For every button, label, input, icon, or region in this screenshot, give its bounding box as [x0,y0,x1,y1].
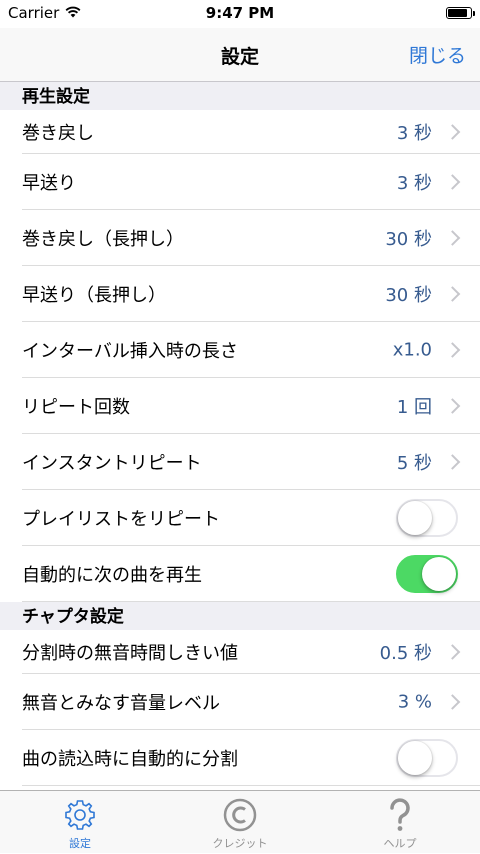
setting-value: 0.5 秒 [379,643,432,664]
toggle-knob [398,741,432,775]
setting-label: 巻き戻し [22,123,94,144]
setting-value: x1.0 [392,339,432,361]
setting-label: 無音とみなす音量レベル [22,693,220,714]
setting-row-instant-repeat[interactable]: インスタントリピート 5 秒 [0,434,480,490]
setting-value: 5 秒 [396,453,432,474]
setting-label: インターバル挿入時の長さ [22,341,238,362]
setting-value: 3 % [397,691,432,713]
chevron-right-icon [444,124,461,140]
setting-row-auto-split: 曲の読込時に自動的に分割 [0,730,480,786]
chevron-right-icon [444,398,461,414]
setting-row-rewind-long-press[interactable]: 巻き戻し（長押し） 30 秒 [0,210,480,266]
setting-value: 3 秒 [396,173,432,194]
status-bar: Carrier 9:47 PM [0,0,480,28]
question-icon [320,797,480,833]
tab-label: ヘルプ [383,837,417,850]
setting-value: 1 回 [396,397,432,418]
setting-label: 自動的に次の曲を再生 [22,565,202,586]
tab-settings[interactable]: 設定 [0,791,160,854]
tab-credits[interactable]: クレジット [160,791,320,854]
repeat-playlist-toggle[interactable] [396,499,458,537]
setting-label: インスタントリピート [22,453,202,474]
setting-row-auto-next: 自動的に次の曲を再生 [0,546,480,602]
status-time: 9:47 PM [205,4,275,22]
toggle-knob [398,501,432,535]
setting-label: 分割時の無音時間しきい値 [22,643,238,664]
setting-row-rewind[interactable]: 巻き戻し 3 秒 [0,110,480,154]
setting-value: 30 秒 [385,285,432,306]
settings-list[interactable]: 再生設定 巻き戻し 3 秒 早送り 3 秒 巻き戻し（長押し） 30 秒 早送り… [0,82,480,790]
setting-label: 巻き戻し（長押し） [22,229,184,250]
toggle-knob [422,557,456,591]
copyright-icon [160,797,320,833]
setting-label: 早送り（長押し） [22,285,166,306]
chevron-right-icon [444,694,461,710]
chevron-right-icon [444,174,461,190]
chevron-right-icon [444,342,461,358]
setting-row-fast-forward-long-press[interactable]: 早送り（長押し） 30 秒 [0,266,480,322]
chevron-right-icon [444,644,461,660]
setting-row-fast-forward[interactable]: 早送り 3 秒 [0,154,480,210]
tab-help[interactable]: ヘルプ [320,791,480,854]
chevron-right-icon [444,230,461,246]
chevron-right-icon [444,286,461,302]
setting-row-silence-threshold[interactable]: 分割時の無音時間しきい値 0.5 秒 [0,630,480,674]
auto-split-toggle[interactable] [396,739,458,777]
navigation-bar: 設定 閉じる [0,28,480,82]
setting-label: リピート回数 [22,397,130,418]
close-button[interactable]: 閉じる [409,41,466,68]
battery-icon [446,7,475,19]
gear-icon [0,797,160,833]
setting-row-repeat-count[interactable]: リピート回数 1 回 [0,378,480,434]
tab-bar: 設定 クレジット ヘルプ [0,790,480,853]
setting-label: プレイリストをリピート [22,509,220,530]
section-header-chapter: チャプタ設定 [0,602,480,630]
setting-value: 3 秒 [396,123,432,144]
setting-row-silence-level[interactable]: 無音とみなす音量レベル 3 % [0,674,480,730]
setting-label: 早送り [22,173,76,194]
auto-next-toggle[interactable] [396,555,458,593]
setting-value: 30 秒 [385,229,432,250]
tab-label: クレジット [212,837,268,850]
section-header-playback: 再生設定 [0,82,480,110]
chevron-right-icon [444,454,461,470]
setting-label: 曲の読込時に自動的に分割 [22,749,238,770]
tab-label: 設定 [69,837,91,850]
setting-row-interval-length[interactable]: インターバル挿入時の長さ x1.0 [0,322,480,378]
setting-row-repeat-playlist: プレイリストをリピート [0,490,480,546]
